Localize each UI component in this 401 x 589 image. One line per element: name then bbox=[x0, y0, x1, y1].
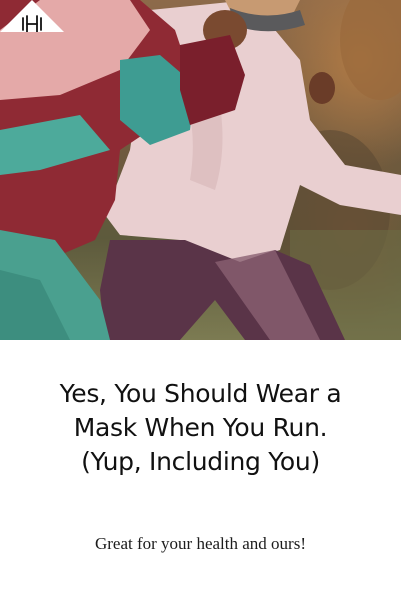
brand-logo-badge bbox=[0, 0, 64, 32]
article-subtitle: Great for your health and ours! bbox=[94, 534, 306, 553]
article-card[interactable]: Yes, You Should Wear a Mask When You Run… bbox=[0, 340, 401, 589]
hero-image[interactable] bbox=[0, 0, 401, 340]
article-title[interactable]: Yes, You Should Wear a Mask When You Run… bbox=[40, 377, 361, 479]
hero-illustration bbox=[0, 0, 401, 340]
